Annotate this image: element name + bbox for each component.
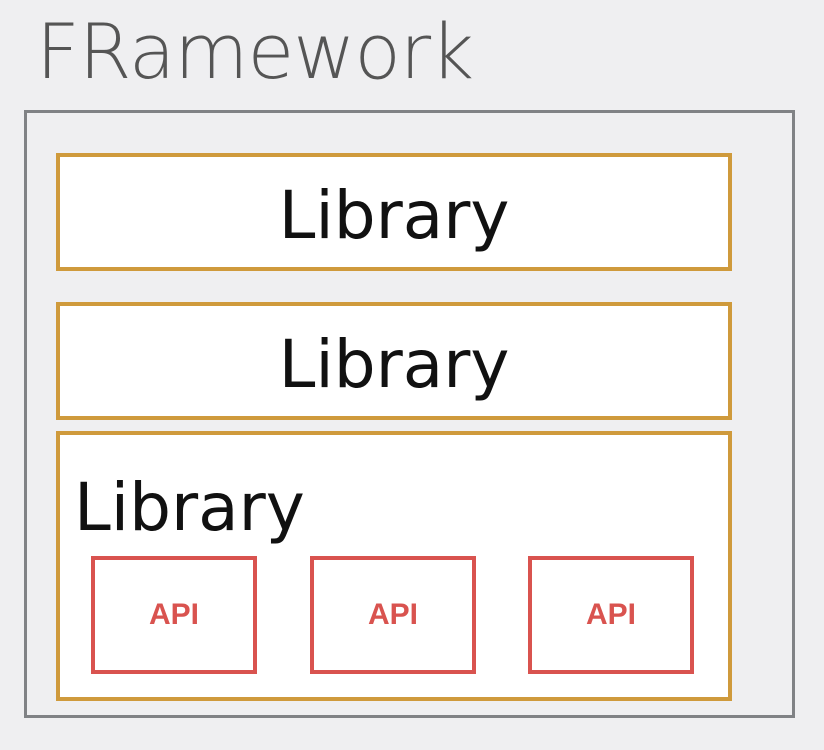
library-label-3: Library <box>74 469 305 546</box>
api-box-1: API <box>91 556 257 674</box>
library-box-1: Library <box>56 153 732 271</box>
api-box-3: API <box>528 556 694 674</box>
library-label-1: Library <box>278 177 510 254</box>
api-label-3: API <box>585 598 636 631</box>
framework-title: FRamework <box>36 7 474 96</box>
api-box-2: API <box>310 556 476 674</box>
api-label-2: API <box>367 598 418 631</box>
api-label-1: API <box>148 598 199 631</box>
library-label-2: Library <box>278 326 510 403</box>
library-box-2: Library <box>56 302 732 420</box>
